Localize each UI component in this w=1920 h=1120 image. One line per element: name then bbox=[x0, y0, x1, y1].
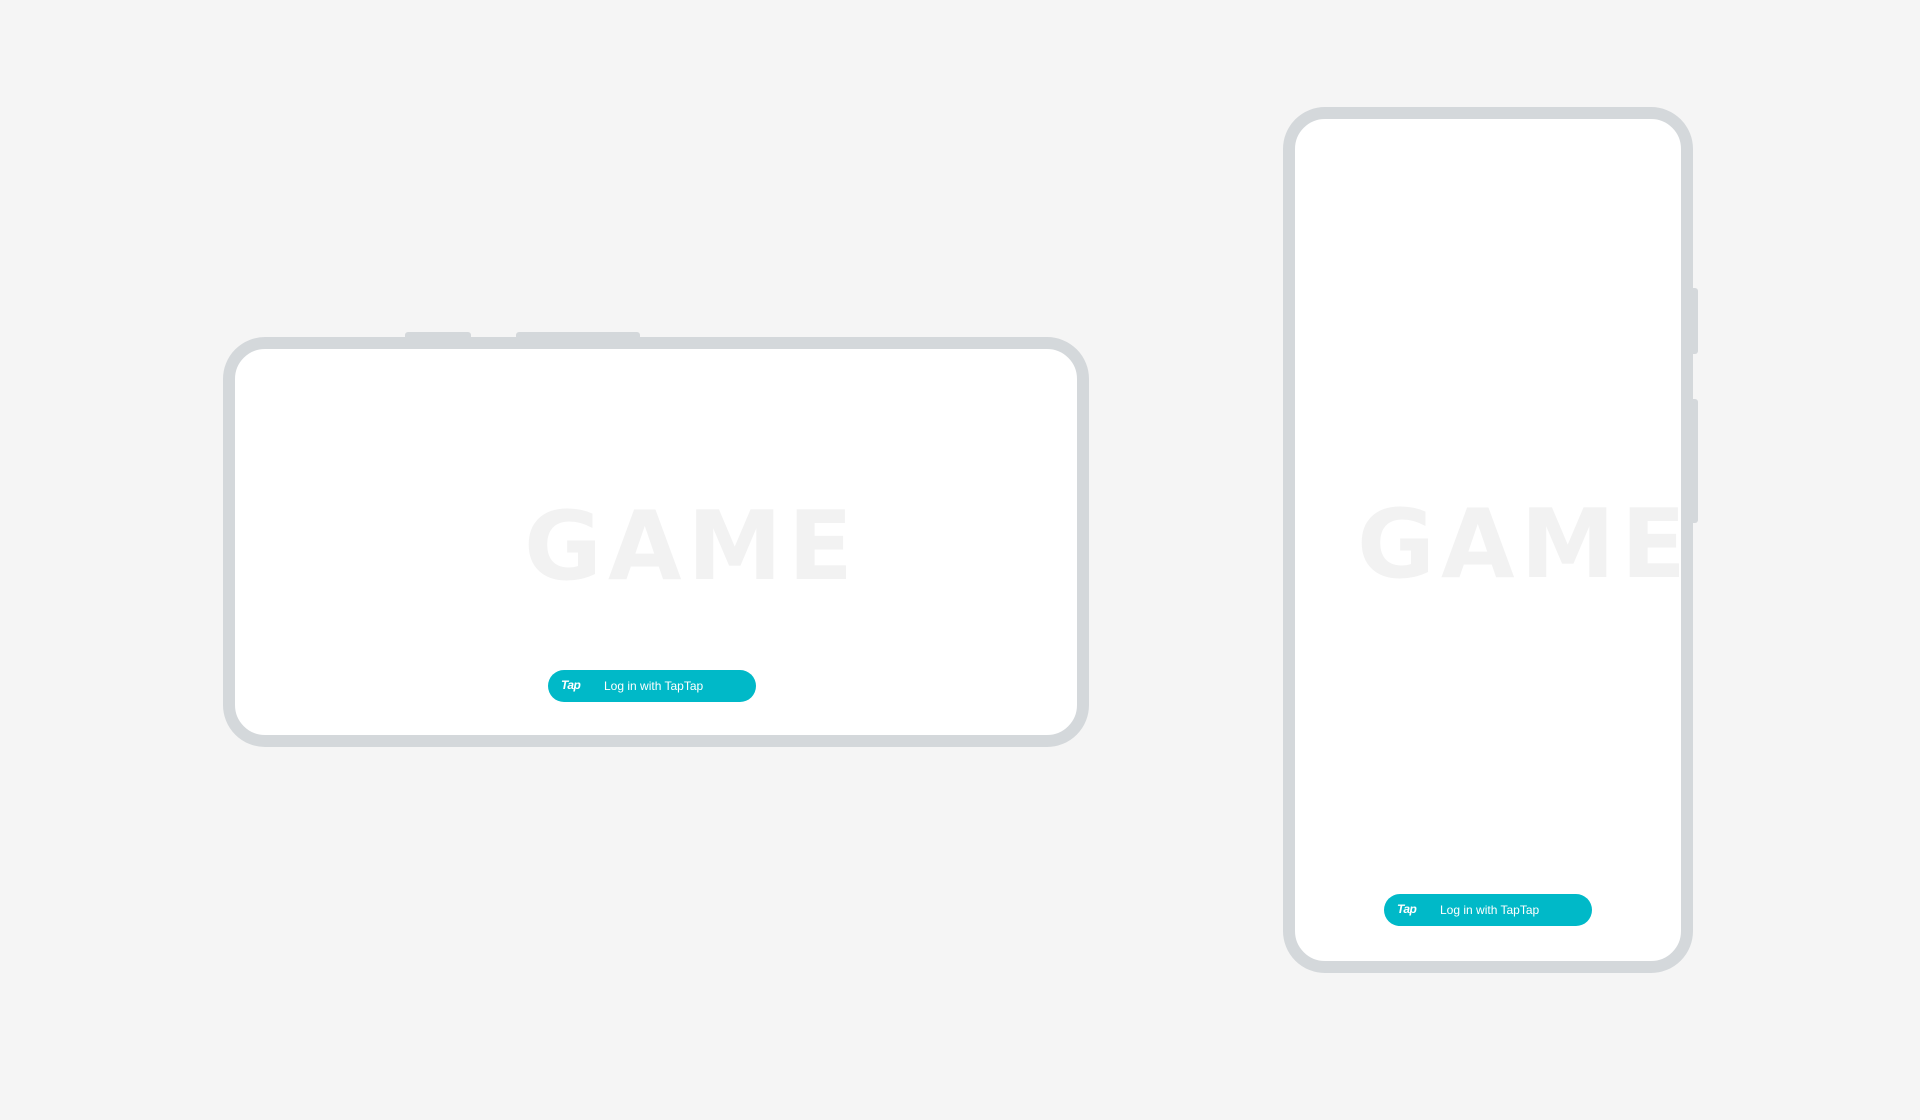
landscape-taptap-login-button[interactable]: Tap Log in with TapTap bbox=[548, 670, 756, 702]
portrait-game-title: GAME bbox=[1357, 490, 1692, 600]
login-button-label: Log in with TapTap bbox=[604, 679, 704, 693]
login-button-label: Log in with TapTap bbox=[1440, 903, 1540, 917]
taptap-logo-icon: Tap bbox=[1397, 902, 1417, 916]
taptap-logo-icon: Tap bbox=[561, 678, 581, 692]
portrait-taptap-login-button[interactable]: Tap Log in with TapTap bbox=[1384, 894, 1592, 926]
landscape-game-title: GAME bbox=[524, 492, 859, 602]
